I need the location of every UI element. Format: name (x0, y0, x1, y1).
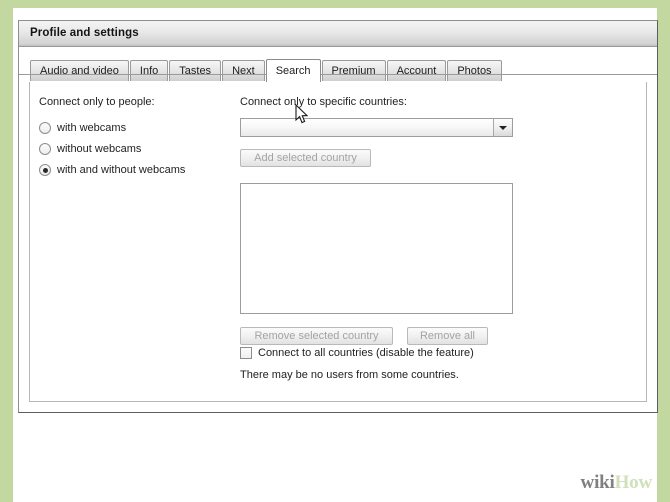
window-title-bar: Profile and settings (19, 21, 657, 47)
tab-baseline-divider (19, 74, 657, 75)
radio-option-1[interactable]: without webcams (39, 139, 185, 159)
radio-button-icon[interactable] (39, 122, 51, 134)
page-title: Profile and settings (30, 27, 139, 39)
radio-option-label: with and without webcams (57, 164, 186, 176)
webcam-radio-group: with webcams without webcams with and with… (39, 118, 185, 181)
tab-premium[interactable]: Premium (321, 60, 386, 81)
country-select[interactable] (240, 118, 513, 137)
chevron-down-icon[interactable] (493, 119, 512, 136)
tab-next[interactable]: Next (222, 60, 265, 81)
wikihow-watermark: wikiHow (580, 472, 653, 494)
tab-tastes[interactable]: Tastes (169, 60, 222, 81)
chevron-down-glyph (499, 125, 507, 130)
radio-option-label: with webcams (57, 122, 127, 134)
tab-audio-and-video[interactable]: Audio and video (30, 60, 129, 81)
search-settings-panel: Connect only to people: with webcams with… (29, 82, 647, 402)
specific-countries-heading: Connect only to specific countries: (240, 96, 407, 108)
country-select-value (241, 119, 493, 136)
radio-button-icon[interactable] (39, 143, 51, 155)
radio-option-0[interactable]: with webcams (39, 118, 185, 138)
watermark-how: How (614, 472, 653, 493)
tab-account[interactable]: Account (386, 60, 447, 81)
tab-info[interactable]: Info (129, 60, 169, 81)
tab-search[interactable]: Search (265, 59, 321, 82)
radio-button-icon[interactable] (39, 164, 51, 176)
tab-strip: Audio and video Info Tastes Next Search Premi… (19, 48, 657, 82)
tab-list: Audio and video Info Tastes Next Search Premi… (30, 59, 502, 82)
selected-countries-listbox[interactable] (240, 183, 513, 314)
radio-option-label: without webcams (57, 143, 142, 155)
remove-all-button[interactable]: Remove all (407, 327, 488, 345)
connect-all-countries-label: Connect to all countries (disable the fe… (258, 347, 474, 359)
connect-all-countries-checkbox-row[interactable]: Connect to all countries (disable the fe… (240, 347, 474, 359)
watermark-wiki: wiki (580, 472, 615, 493)
profile-settings-window: Profile and settings Audio and video Info… (18, 20, 658, 413)
radio-option-2[interactable]: with and without webcams (39, 160, 185, 180)
no-users-hint: There may be no users from some countrie… (240, 369, 459, 381)
add-selected-country-button[interactable]: Add selected country (240, 149, 371, 167)
tab-photos[interactable]: Photos (447, 60, 502, 81)
remove-selected-country-button[interactable]: Remove selected country (240, 327, 393, 345)
connect-to-people-heading: Connect only to people: (39, 96, 155, 108)
checkbox-icon[interactable] (240, 347, 252, 359)
